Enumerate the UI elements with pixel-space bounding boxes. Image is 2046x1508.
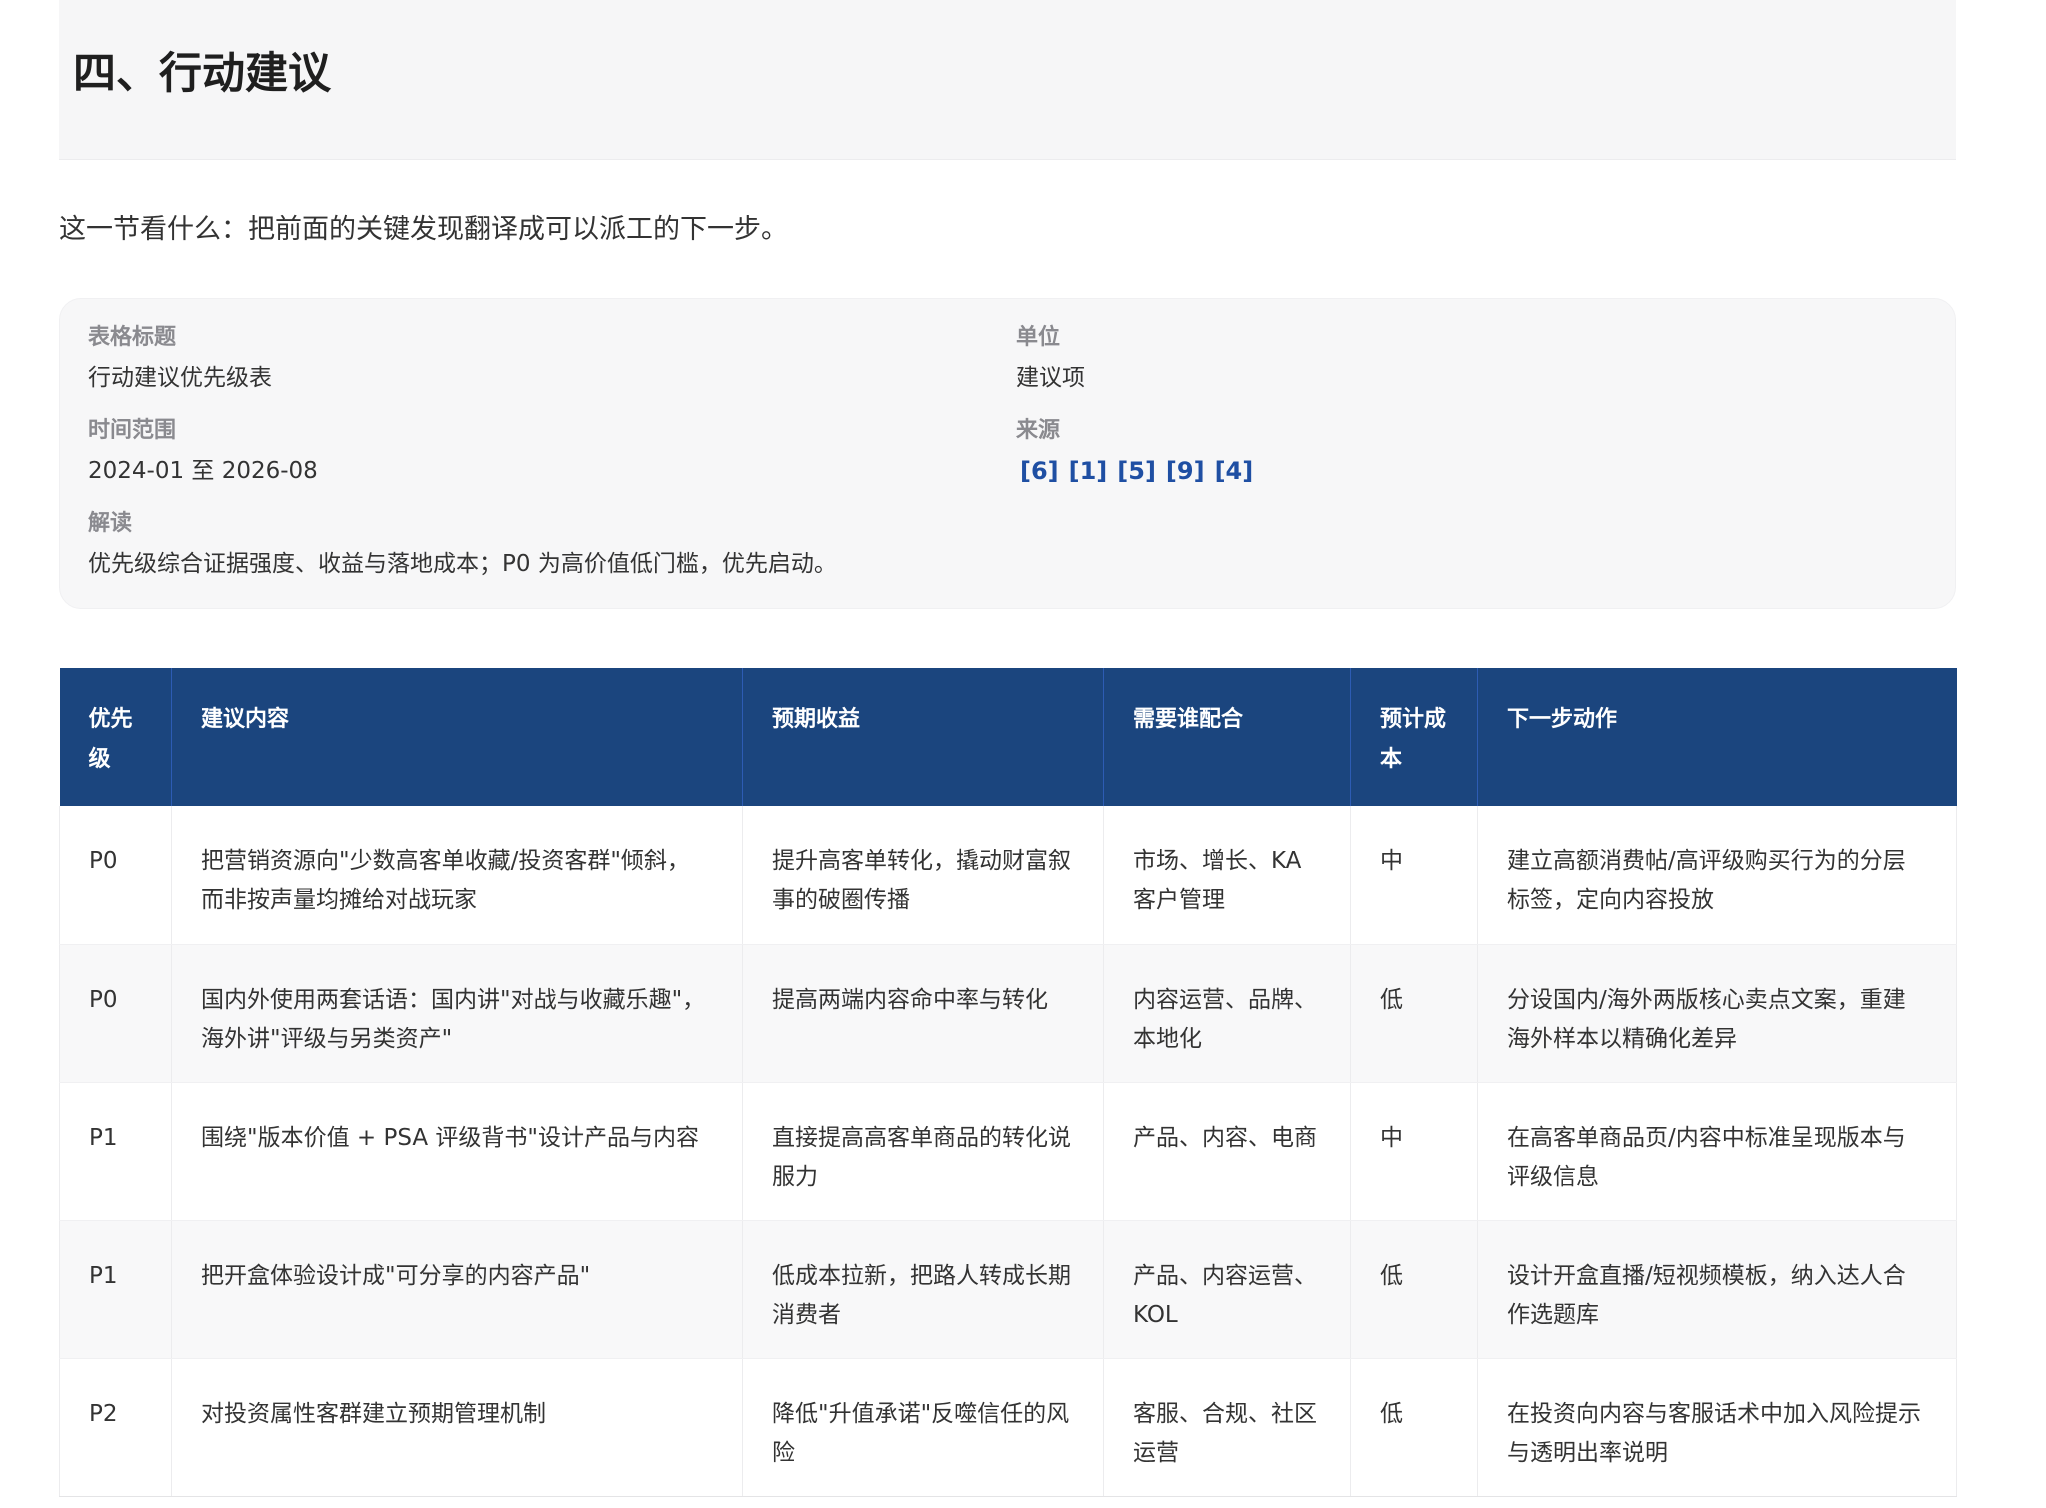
meta-interpretation: 解读 优先级综合证据强度、收益与落地成本；P0 为高价值低门槛，优先启动。 [88,507,837,581]
cell-suggestion: 围绕"版本价值 + PSA 评级背书"设计产品与内容 [171,1082,743,1221]
cell-expected-benefit: 提高两端内容命中率与转化 [742,944,1104,1083]
table-row: P1 围绕"版本价值 + PSA 评级背书"设计产品与内容 直接提高高客单商品的… [59,1082,1957,1221]
cell-estimated-cost: 低 [1350,1358,1478,1497]
cell-suggestion: 把营销资源向"少数高客单收藏/投资客群"倾斜，而非按声量均摊给对战玩家 [171,806,743,945]
cell-estimated-cost: 中 [1350,1082,1478,1221]
meta-value: 优先级综合证据强度、收益与落地成本；P0 为高价值低门槛，优先启动。 [88,551,837,577]
cell-suggestion: 国内外使用两套话语：国内讲"对战与收藏乐趣"，海外讲"评级与另类资产" [171,944,743,1083]
meta-source: 来源 [6] [1] [5] [9] [4] [1016,414,1253,488]
cell-next-action: 分设国内/海外两版核心卖点文案，重建海外样本以精确化差异 [1477,944,1957,1083]
source-link-6[interactable]: [6] [1020,454,1059,488]
header-suggestion: 建议内容 [171,668,743,806]
cell-expected-benefit: 提升高客单转化，撬动财富叙事的破圈传播 [742,806,1104,945]
cell-next-action: 在投资向内容与客服话术中加入风险提示与透明出率说明 [1477,1358,1957,1497]
header-priority: 优先级 [59,668,172,806]
meta-time-range: 时间范围 2024-01 至 2026-08 [88,414,318,488]
cell-collaborators: 市场、增长、KA 客户管理 [1103,806,1351,945]
table-meta-card: 表格标题 行动建议优先级表 单位 建议项 时间范围 2024-01 至 2026… [59,298,1956,609]
cell-next-action: 在高客单商品页/内容中标准呈现版本与评级信息 [1477,1082,1957,1221]
source-link-4[interactable]: [4] [1215,454,1254,488]
meta-table-title: 表格标题 行动建议优先级表 [88,321,272,395]
section-title: 四、行动建议 [73,49,331,99]
cell-estimated-cost: 低 [1350,1220,1478,1359]
cell-priority: P1 [59,1220,172,1359]
meta-label: 单位 [1016,325,1061,350]
meta-label: 表格标题 [88,325,177,350]
cell-next-action: 建立高额消费帖/高评级购买行为的分层标签，定向内容投放 [1477,806,1957,945]
table-row: P0 把营销资源向"少数高客单收藏/投资客群"倾斜，而非按声量均摊给对战玩家 提… [59,806,1957,945]
meta-label: 来源 [1016,418,1061,443]
cell-estimated-cost: 中 [1350,806,1478,945]
source-links: [6] [1] [5] [9] [4] [1020,454,1253,488]
table-row: P2 对投资属性客群建立预期管理机制 降低"升值承诺"反噬信任的风险 客服、合规… [59,1358,1957,1497]
action-priority-table: 优先级 建议内容 预期收益 需要谁配合 预计成本 下一步动作 P0 把营销资源向… [59,668,1957,1497]
table-row: P0 国内外使用两套话语：国内讲"对战与收藏乐趣"，海外讲"评级与另类资产" 提… [59,944,1957,1083]
cell-next-action: 设计开盒直播/短视频模板，纳入达人合作选题库 [1477,1220,1957,1359]
meta-label: 解读 [88,511,133,536]
table-header-row: 优先级 建议内容 预期收益 需要谁配合 预计成本 下一步动作 [59,668,1957,806]
cell-suggestion: 对投资属性客群建立预期管理机制 [171,1358,743,1497]
cell-collaborators: 产品、内容运营、KOL [1103,1220,1351,1359]
header-collaborators: 需要谁配合 [1103,668,1351,806]
cell-priority: P2 [59,1358,172,1497]
header-expected-benefit: 预期收益 [742,668,1104,806]
action-priority-table-wrap: 优先级 建议内容 预期收益 需要谁配合 预计成本 下一步动作 P0 把营销资源向… [59,668,1957,1497]
cell-priority: P0 [59,806,172,945]
header-next-action: 下一步动作 [1477,668,1957,806]
cell-expected-benefit: 低成本拉新，把路人转成长期消费者 [742,1220,1104,1359]
table-row: P1 把开盒体验设计成"可分享的内容产品" 低成本拉新，把路人转成长期消费者 产… [59,1220,1957,1359]
section-intro: 这一节看什么：把前面的关键发现翻译成可以派工的下一步。 [59,214,788,245]
cell-priority: P1 [59,1082,172,1221]
meta-value: 2024-01 至 2026-08 [88,458,318,484]
cell-expected-benefit: 降低"升值承诺"反噬信任的风险 [742,1358,1104,1497]
cell-suggestion: 把开盒体验设计成"可分享的内容产品" [171,1220,743,1359]
cell-priority: P0 [59,944,172,1083]
meta-label: 时间范围 [88,418,177,443]
report-page: 四、行动建议 这一节看什么：把前面的关键发现翻译成可以派工的下一步。 表格标题 … [59,0,1957,1497]
cell-collaborators: 客服、合规、社区运营 [1103,1358,1351,1497]
meta-value: 建议项 [1016,365,1085,391]
cell-collaborators: 产品、内容、电商 [1103,1082,1351,1221]
cell-collaborators: 内容运营、品牌、本地化 [1103,944,1351,1083]
cell-expected-benefit: 直接提高高客单商品的转化说服力 [742,1082,1104,1221]
header-estimated-cost: 预计成本 [1350,668,1478,806]
meta-value: 行动建议优先级表 [88,365,272,391]
cell-estimated-cost: 低 [1350,944,1478,1083]
meta-unit: 单位 建议项 [1016,321,1085,395]
source-link-5[interactable]: [5] [1117,454,1156,488]
source-link-1[interactable]: [1] [1069,454,1108,488]
section-header: 四、行动建议 [59,0,1956,160]
source-link-9[interactable]: [9] [1166,454,1205,488]
